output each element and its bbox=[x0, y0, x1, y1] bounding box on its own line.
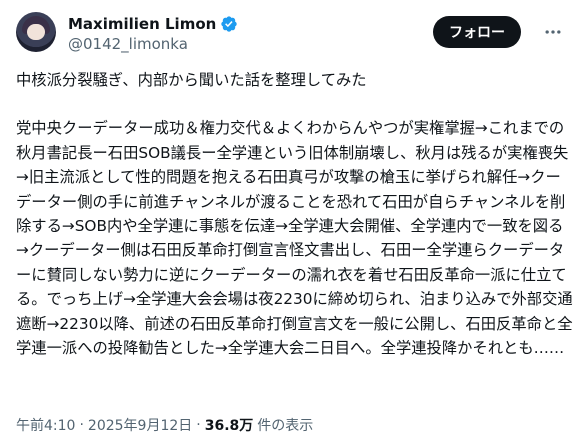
tweet-text-line1: 中核派分裂騒ぎ、内部から聞いた話を整理してみた bbox=[16, 71, 367, 89]
tweet-card: Maximilien Limon @0142_limonka フォロー 中核派分… bbox=[0, 0, 587, 442]
author-names: Maximilien Limon @0142_limonka bbox=[68, 14, 238, 54]
follow-button[interactable]: フォロー bbox=[433, 16, 521, 48]
handle[interactable]: @0142_limonka bbox=[68, 34, 238, 54]
verified-badge-icon bbox=[221, 16, 237, 32]
views-count: 36.8万 bbox=[204, 418, 254, 434]
display-name-row: Maximilien Limon bbox=[68, 14, 238, 34]
avatar[interactable] bbox=[16, 12, 56, 52]
display-name[interactable]: Maximilien Limon bbox=[68, 14, 216, 34]
tweet-text: 中核派分裂騒ぎ、内部から聞いた話を整理してみた 党中央クーデーター成功＆権力交代… bbox=[16, 68, 575, 360]
tweet-date[interactable]: 2025年9月12日 bbox=[88, 415, 192, 435]
tweet-meta: 午前4:10 · 2025年9月12日 · 36.8万 件の表示 bbox=[16, 415, 313, 435]
tweet-time[interactable]: 午前4:10 bbox=[16, 415, 75, 435]
more-dots-glyph bbox=[545, 30, 561, 34]
tweet-header: Maximilien Limon @0142_limonka フォロー bbox=[16, 12, 571, 56]
meta-separator: · bbox=[79, 417, 84, 433]
views-label: 件の表示 bbox=[257, 418, 314, 434]
more-dots-icon[interactable] bbox=[541, 20, 565, 44]
avatar-face bbox=[27, 24, 45, 40]
meta-separator-2: · bbox=[196, 417, 201, 433]
tweet-text-paragraph2: 党中央クーデーター成功＆権力交代＆よくわからんやつが実権掌握→これまでの秋月書記… bbox=[16, 119, 573, 358]
